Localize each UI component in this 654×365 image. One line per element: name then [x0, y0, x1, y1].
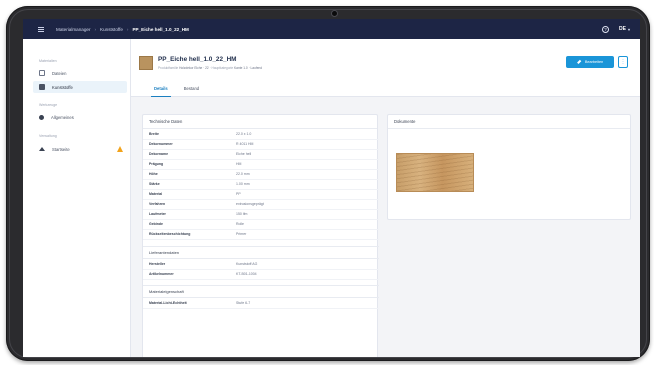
table-row: Laufmeter 150 lfm	[143, 210, 379, 220]
edit-button-label: Bearbeiten	[584, 60, 604, 64]
row-value: 22.0 x 1.0	[236, 132, 252, 137]
meta-value: Kante 1.0 · Laufend	[234, 66, 263, 70]
row-value: Kunststoff AG	[236, 262, 258, 267]
menu-icon[interactable]	[38, 26, 44, 32]
section-title: Materialeigenschaft	[143, 285, 379, 298]
material-thumbnail	[139, 56, 153, 70]
sidebar-item-label: Kunststoffe	[52, 84, 73, 90]
page-title: PP_Eiche hell_1.0_22_HM	[158, 56, 237, 63]
main-content: PP_Eiche hell_1.0_22_HM Produktfamilie H…	[131, 39, 640, 357]
table-row: Gebinde Rolle	[143, 220, 379, 230]
row-value: 22.0 mm	[236, 172, 250, 177]
card-title: Dokumente	[388, 115, 630, 129]
catalog-icon	[39, 84, 45, 90]
camera-dot	[332, 11, 337, 16]
row-key: Breite	[149, 132, 159, 137]
pencil-icon	[576, 60, 581, 64]
row-value: R 4011 HM	[236, 142, 254, 147]
sidebar-item-catalog[interactable]: Kunststoffe	[33, 81, 127, 93]
row-value: Stufe 6-7	[236, 301, 251, 306]
row-key: Dekornummer	[149, 142, 173, 147]
language-label: DE	[619, 26, 626, 32]
gear-icon	[39, 114, 44, 120]
row-key: Material-Licht-Echtheit	[149, 301, 187, 306]
row-value: Primer	[236, 232, 247, 237]
sidebar-item-label: Allgemeines	[51, 114, 74, 120]
wood-texture-document-image[interactable]	[396, 153, 474, 192]
row-value: Eiche hell	[236, 152, 252, 157]
meta-value: Holzdekor Eiche · 22	[179, 66, 209, 70]
folder-icon	[39, 70, 45, 76]
breadcrumb-item-current: PP_Eiche hell_1.0_22_HM	[132, 26, 189, 32]
chevron-down-icon: ▾	[627, 26, 630, 32]
tablet-frame: Materialmanager › Kunststoffe › PP_Eiche…	[6, 6, 650, 361]
breadcrumb-item-category[interactable]: Kunststoffe	[100, 27, 123, 32]
item-meta: Produktfamilie Holzdekor Eiche · 22 · Ha…	[158, 66, 262, 70]
table-row: Prägung HM	[143, 160, 379, 170]
table-row: Dekornummer R 4011 HM	[143, 140, 379, 150]
more-options-button[interactable]: ⋮	[618, 56, 628, 68]
row-key: Dekorname	[149, 152, 169, 157]
row-key: Laufmeter	[149, 212, 166, 217]
meta-label: Produktfamilie	[158, 66, 179, 70]
sidebar: Materialien Dateien Kunststoffe Werkzeug…	[23, 39, 131, 357]
breadcrumb-separator: ›	[126, 26, 129, 32]
sidebar-item-label: Dateien	[52, 70, 67, 76]
home-icon	[39, 147, 45, 151]
table-row: Verfahren extrusionsgeprägt	[143, 200, 379, 210]
documents-card: Dokumente	[387, 114, 631, 220]
table-row: Rückseitenbeschichtung Primer	[143, 230, 379, 240]
item-header: PP_Eiche hell_1.0_22_HM Produktfamilie H…	[131, 39, 640, 97]
sidebar-item-settings[interactable]: Allgemeines	[33, 111, 127, 123]
row-value: 150 lfm	[236, 212, 248, 217]
sidebar-item-files[interactable]: Dateien	[33, 67, 127, 79]
language-selector[interactable]: DE ▾	[619, 26, 630, 32]
tab-stock[interactable]: Bestand	[181, 80, 202, 97]
table-row: Dekorname Eiche hell	[143, 150, 379, 160]
tab-bar: Details Bestand	[151, 80, 202, 97]
breadcrumb-separator: ›	[94, 26, 97, 32]
breadcrumb: Materialmanager › Kunststoffe › PP_Eiche…	[56, 27, 189, 32]
table-row: Hersteller Kunststoff AG	[143, 260, 379, 270]
row-key: Gebinde	[149, 222, 164, 227]
table-row: Material-Licht-Echtheit Stufe 6-7	[143, 299, 379, 309]
row-value: PP	[236, 192, 241, 197]
section-title: Lieferantendaten	[143, 246, 379, 259]
help-icon[interactable]: ?	[602, 25, 610, 33]
row-value: 1.00 mm	[236, 182, 250, 187]
row-value: extrusionsgeprägt	[236, 202, 264, 207]
sidebar-section-admin: Verwaltung	[39, 134, 57, 138]
row-key: Rückseitenbeschichtung	[149, 232, 191, 237]
row-key: Artikelnummer	[149, 272, 174, 277]
topbar-actions: ? DE ▾	[602, 19, 630, 39]
row-key: Material	[149, 192, 163, 197]
row-key: Verfahren	[149, 202, 166, 207]
app-screen: Materialmanager › Kunststoffe › PP_Eiche…	[23, 19, 640, 357]
breadcrumb-item-root[interactable]: Materialmanager	[56, 27, 90, 32]
technical-data-card: Technische Daten Breite 22.0 x 1.0 Dekorn…	[142, 114, 379, 357]
sidebar-item-label: Startseite	[52, 146, 70, 152]
sidebar-section-tools: Werkzeuge	[39, 103, 58, 107]
table-row: Breite 22.0 x 1.0	[143, 130, 379, 140]
row-value: KT-B01-1004	[236, 272, 257, 277]
sidebar-item-home[interactable]: Startseite	[33, 143, 127, 155]
table-row: Stärke 1.00 mm	[143, 180, 379, 190]
row-value: HM	[236, 162, 242, 167]
row-key: Höhe	[149, 172, 158, 177]
table-row: Material PP	[143, 190, 379, 200]
row-value: Rolle	[236, 222, 244, 227]
row-key: Prägung	[149, 162, 164, 167]
meta-label: Hauptkategorie	[211, 66, 234, 70]
card-title: Technische Daten	[143, 115, 377, 129]
sidebar-section-materials: Materialien	[39, 59, 57, 63]
warning-icon	[117, 146, 123, 152]
table-row: Höhe 22.0 mm	[143, 170, 379, 180]
row-key: Stärke	[149, 182, 160, 187]
tab-details[interactable]: Details	[151, 80, 171, 97]
row-key: Hersteller	[149, 262, 166, 267]
table-row: Artikelnummer KT-B01-1004	[143, 270, 379, 280]
top-navigation-bar: Materialmanager › Kunststoffe › PP_Eiche…	[23, 19, 640, 39]
edit-button[interactable]: Bearbeiten	[566, 56, 614, 68]
